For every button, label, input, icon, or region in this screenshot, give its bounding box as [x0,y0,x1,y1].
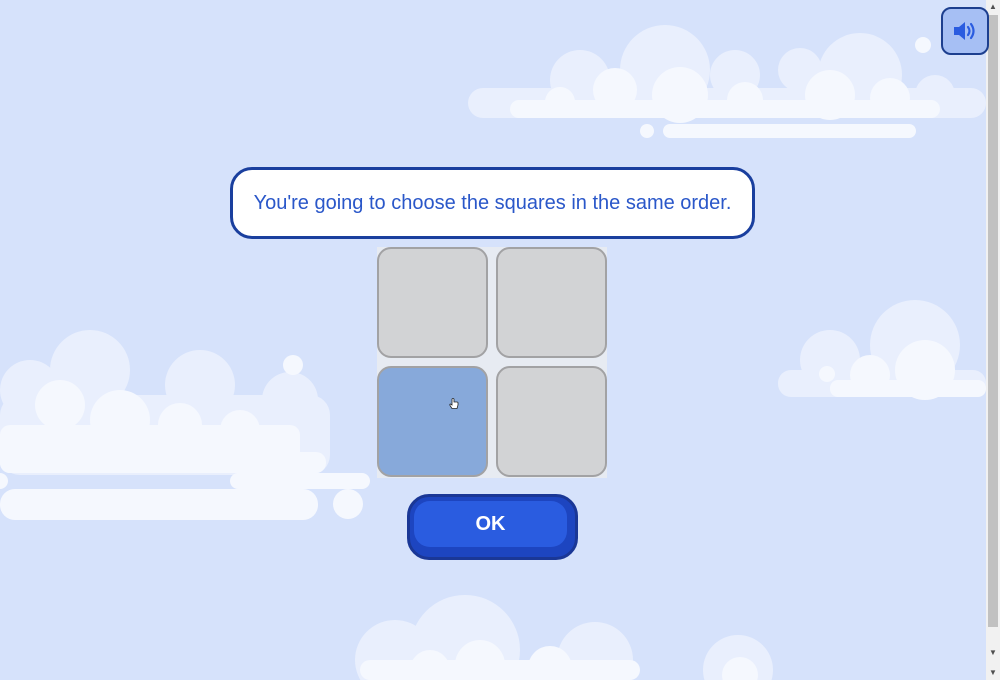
square-grid [377,247,607,478]
grid-square-1[interactable] [377,247,488,358]
instruction-text: You're going to choose the squares in th… [230,167,755,239]
scroll-down-end-arrow-icon[interactable]: ▼ [986,666,1000,680]
ok-button[interactable]: OK [407,494,578,560]
ok-button-label: OK [414,501,567,547]
sound-button[interactable] [941,7,989,55]
scroll-down-arrow-icon[interactable]: ▼ [986,646,1000,660]
grid-square-4[interactable] [496,366,607,477]
scrollbar[interactable]: ▲ ▼ ▼ [986,0,1000,680]
grid-square-2[interactable] [496,247,607,358]
hand-cursor-icon [449,398,459,409]
speaker-icon [954,22,975,40]
grid-square-3[interactable] [377,366,488,477]
scroll-thumb[interactable] [988,15,998,627]
